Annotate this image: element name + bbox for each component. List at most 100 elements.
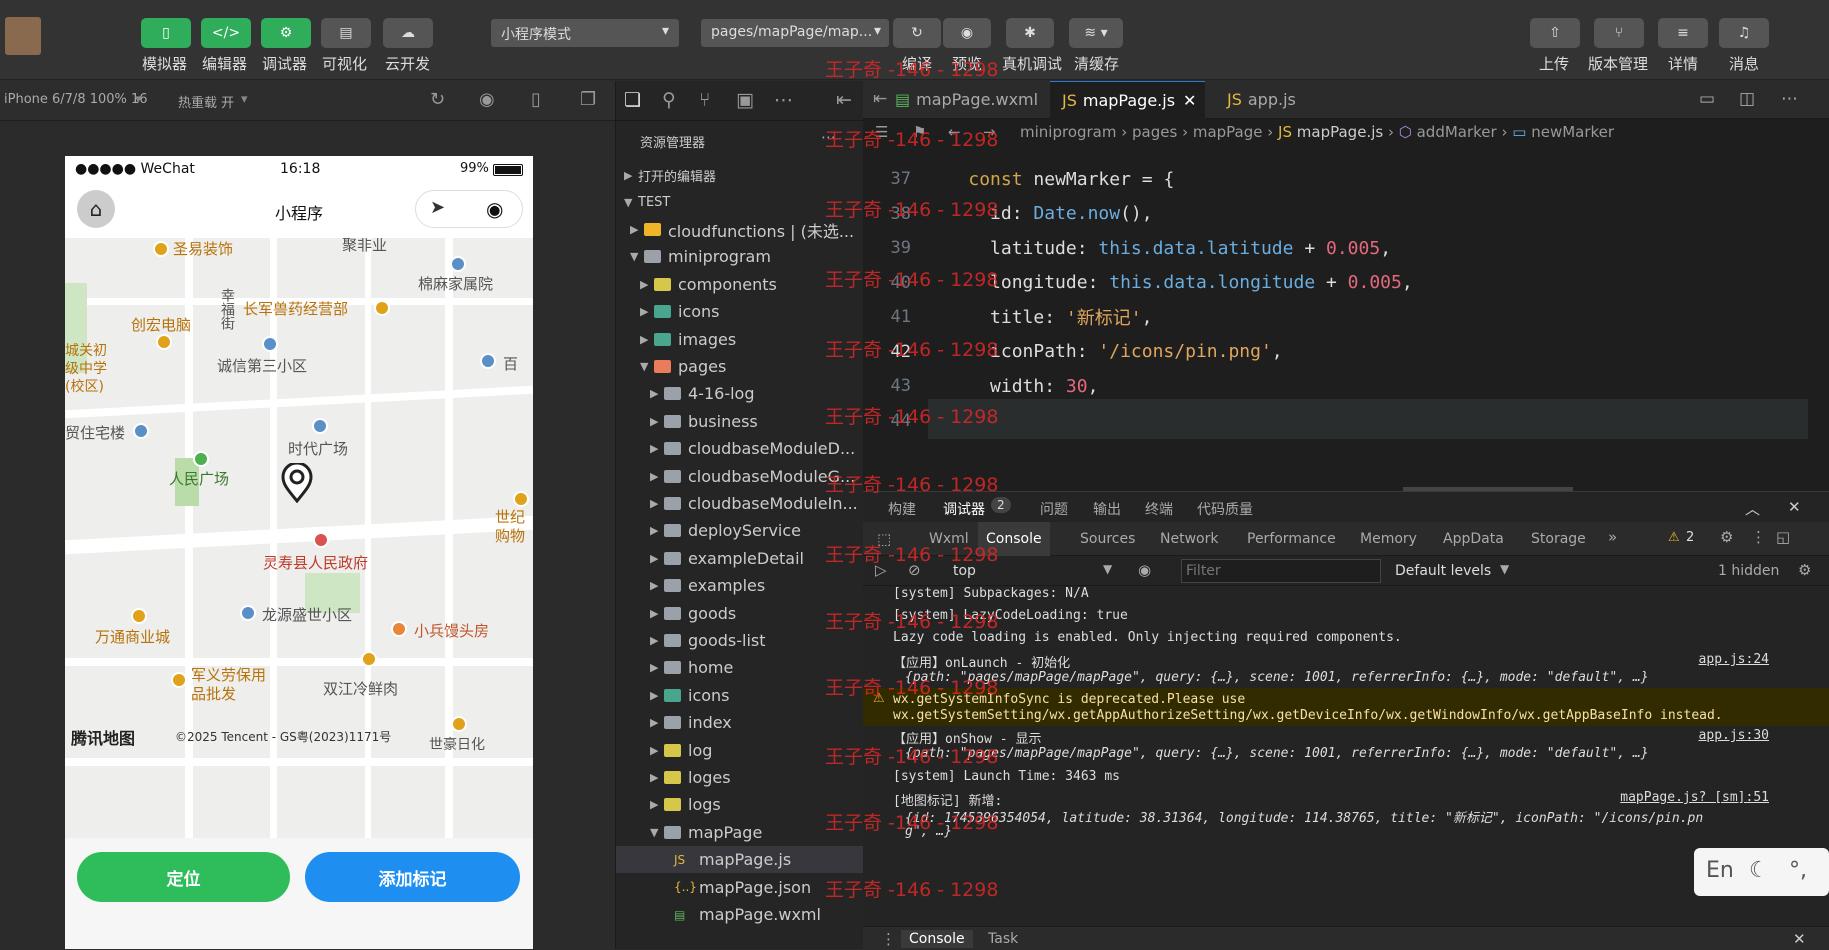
tab-code-quality[interactable]: 代码质量 bbox=[1197, 499, 1253, 519]
filter-input[interactable] bbox=[1181, 559, 1381, 583]
bug-icon: ✱ bbox=[1024, 25, 1036, 41]
editor-toggle-button[interactable]: </> bbox=[201, 18, 251, 48]
hot-reload-toggle[interactable]: 热重载 开 bbox=[178, 92, 234, 111]
location-arrow-icon[interactable]: ➤ bbox=[430, 197, 445, 218]
folder-item[interactable]: ▶ icons bbox=[616, 298, 864, 325]
popout-icon[interactable]: ❐ bbox=[580, 89, 596, 110]
map-view[interactable]: 圣易装饰 聚非业 棉麻家属院 幸福街 长军兽药经营部 创宏电脑 城关初级中学(校… bbox=[65, 238, 533, 838]
new-marker-pin-icon[interactable] bbox=[279, 461, 315, 504]
avatar[interactable] bbox=[5, 17, 41, 55]
chevron-down-icon: ▾ bbox=[135, 92, 142, 107]
eye-icon[interactable]: ◉ bbox=[1138, 561, 1151, 579]
upload-button[interactable]: ⇧ bbox=[1530, 18, 1580, 48]
cloud-button[interactable]: ☁ bbox=[383, 18, 433, 48]
split-editor-icon[interactable]: ◫ bbox=[1739, 89, 1755, 109]
simulator-toggle-button[interactable]: ▯ bbox=[141, 18, 191, 48]
tab-sources[interactable]: Sources bbox=[1080, 531, 1135, 547]
visual-button[interactable]: ▤ bbox=[321, 18, 371, 48]
close-icon[interactable]: ✕ bbox=[1793, 930, 1806, 948]
folder-item[interactable]: ▶ cloudbaseModuleD... bbox=[616, 435, 864, 462]
tab-terminal[interactable]: 终端 bbox=[1145, 499, 1173, 519]
rotate-icon[interactable]: ↻ bbox=[430, 89, 445, 110]
source-link[interactable]: mapPage.js? [sm]:51 bbox=[1620, 790, 1769, 805]
folder-icon bbox=[654, 277, 671, 291]
preview-button[interactable]: ◉ bbox=[943, 18, 991, 48]
watermark: 王子奇 -146 - 1298 bbox=[825, 611, 999, 633]
collapse-icon[interactable]: ⇤ bbox=[836, 89, 852, 111]
breadcrumb-item[interactable]: miniprogram bbox=[1020, 123, 1116, 141]
warning-icon[interactable]: ⚠ bbox=[1668, 530, 1680, 545]
breadcrumb-item[interactable]: addMarker bbox=[1417, 123, 1497, 141]
tab-network[interactable]: Network bbox=[1160, 531, 1218, 547]
close-icon[interactable]: ✕ bbox=[1788, 498, 1801, 516]
item-label: goods bbox=[688, 603, 737, 623]
tab-app-js[interactable]: JS app.js bbox=[1215, 81, 1308, 119]
more-tabs-icon[interactable]: » bbox=[1608, 528, 1617, 546]
chevron-right-icon: ▶ bbox=[650, 716, 659, 730]
drawer-tab-task[interactable]: Task bbox=[988, 931, 1018, 947]
open-editors-section[interactable]: ▶ 打开的编辑器 bbox=[616, 162, 864, 189]
chevron-right-icon: ▶ bbox=[650, 387, 659, 401]
version-button[interactable]: ⑂ bbox=[1594, 18, 1644, 48]
tab-build[interactable]: 构建 bbox=[888, 499, 916, 519]
close-target-icon[interactable]: ◉ bbox=[486, 197, 503, 221]
record-icon[interactable]: ◉ bbox=[479, 89, 495, 110]
folder-icon bbox=[664, 579, 681, 593]
source-link[interactable]: app.js:30 bbox=[1699, 728, 1769, 743]
device-select[interactable]: iPhone 6/7/8 100% 16 bbox=[4, 92, 148, 107]
save-icon[interactable]: ▣ bbox=[736, 89, 754, 111]
device-icon[interactable]: ▯ bbox=[531, 89, 541, 110]
compile-button[interactable]: ↻ bbox=[893, 18, 941, 48]
comment-icon[interactable]: ▭ bbox=[1699, 89, 1715, 109]
dock-icon[interactable]: ◱ bbox=[1776, 528, 1790, 546]
mode-select[interactable]: 小程序模式 ▾ bbox=[491, 19, 679, 47]
tab-appdata[interactable]: AppData bbox=[1443, 531, 1504, 547]
editor-label: 编辑器 bbox=[202, 55, 248, 73]
more-icon[interactable]: ⋮ bbox=[881, 930, 896, 948]
close-icon[interactable]: ✕ bbox=[1183, 91, 1196, 110]
more-icon[interactable]: ⋯ bbox=[1781, 89, 1798, 109]
folder-icon bbox=[664, 743, 681, 757]
remote-debug-button[interactable]: ✱ bbox=[1006, 18, 1054, 48]
console-output[interactable]: [system] Subpackages: N/A [system] LazyCo… bbox=[863, 586, 1829, 916]
messages-button[interactable]: ♫ bbox=[1719, 18, 1769, 48]
gear-icon[interactable]: ⚙ bbox=[1720, 528, 1733, 546]
watermark: 王子奇 -146 - 1298 bbox=[825, 129, 999, 151]
tab-mapPage-js[interactable]: JS mapPage.js ✕ bbox=[1050, 81, 1205, 119]
log-levels-select[interactable]: Default levels bbox=[1395, 563, 1491, 579]
tab-memory[interactable]: Memory bbox=[1360, 531, 1417, 547]
tab-output[interactable]: 输出 bbox=[1093, 499, 1121, 519]
tab-problems[interactable]: 问题 bbox=[1040, 499, 1068, 519]
file-item[interactable]: ▤ mapPage.wxml bbox=[616, 901, 864, 928]
drawer-tab-console[interactable]: Console bbox=[901, 930, 973, 948]
search-icon[interactable]: ⚲ bbox=[662, 89, 676, 111]
clear-cache-button[interactable]: ≋ ▾ bbox=[1069, 18, 1123, 48]
page-select[interactable]: pages/mapPage/map... ▾ bbox=[701, 19, 889, 47]
source-link[interactable]: app.js:24 bbox=[1699, 652, 1769, 667]
folder-icon bbox=[664, 414, 681, 428]
locate-button[interactable]: 定位 bbox=[77, 852, 290, 902]
tab-mapPage-wxml[interactable]: ▤ mapPage.wxml bbox=[883, 81, 1050, 119]
more-icon[interactable]: ⋮ bbox=[1751, 528, 1766, 546]
breadcrumb-item[interactable]: mapPage.js bbox=[1297, 123, 1383, 141]
tab-debugger[interactable]: 调试器 bbox=[943, 499, 985, 519]
code-token: title: bbox=[990, 306, 1066, 328]
tab-performance[interactable]: Performance bbox=[1247, 531, 1336, 547]
tab-storage[interactable]: Storage bbox=[1531, 531, 1586, 547]
chevron-right-icon: ▶ bbox=[650, 798, 659, 812]
folder-item[interactable]: ▶ examples bbox=[616, 572, 864, 599]
file-item[interactable]: JS mapPage.js bbox=[616, 846, 864, 874]
breadcrumb-item[interactable]: mapPage bbox=[1193, 123, 1263, 141]
folder-item[interactable]: ▶ index bbox=[616, 709, 864, 736]
branch-icon[interactable]: ⑂ bbox=[699, 89, 710, 111]
details-button[interactable]: ≡ bbox=[1658, 18, 1708, 48]
debugger-toggle-button[interactable]: ⚙ bbox=[261, 18, 311, 48]
breadcrumb-item[interactable]: pages bbox=[1132, 123, 1177, 141]
add-marker-button[interactable]: 添加标记 bbox=[305, 852, 520, 902]
chevron-up-icon[interactable]: ︿ bbox=[1745, 498, 1760, 519]
files-icon[interactable]: ❏ bbox=[624, 89, 641, 111]
folder-icon bbox=[664, 634, 681, 647]
breadcrumb-item[interactable]: newMarker bbox=[1531, 123, 1614, 141]
gear-icon[interactable]: ⚙ bbox=[1798, 561, 1811, 579]
more-icon[interactable]: ⋯ bbox=[774, 89, 793, 111]
